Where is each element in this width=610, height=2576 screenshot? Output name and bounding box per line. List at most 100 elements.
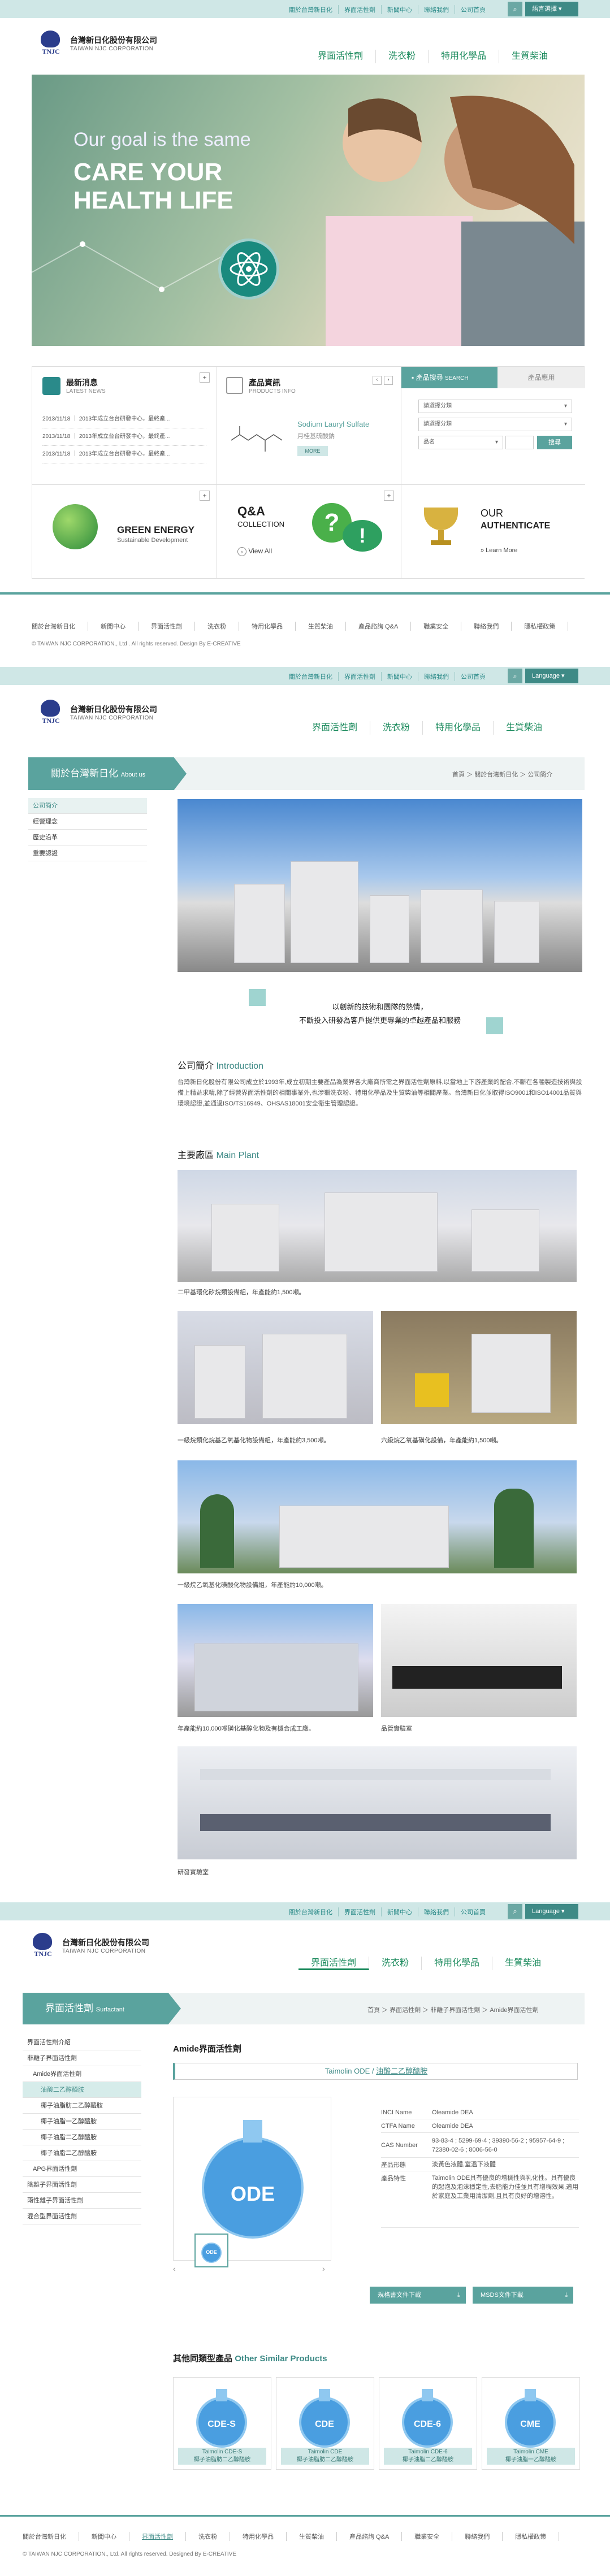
language-selector[interactable]: Language ▾ [525,669,578,683]
footer-link[interactable]: 產品諮詢 Q&A [337,2532,403,2541]
keyword-input[interactable] [505,436,534,449]
top-link-home[interactable]: 公司首頁 [455,1907,491,1916]
top-link-surfactant[interactable]: 界面活性劑 [339,5,382,14]
top-link-news[interactable]: 新聞中心 [382,1907,418,1916]
footer-link[interactable]: 隱私權政策 [512,622,569,631]
tab-product-application[interactable]: 產品應用 [497,367,585,388]
company-logo[interactable]: TNJC 台灣新日化股份有限公司 TAIWAN NJC CORPORATION [36,31,157,55]
footer-link[interactable]: 職業安全 [411,622,462,631]
qa-more-button[interactable]: + [384,491,394,501]
sidebar-item[interactable]: 椰子油脂一乙醇醯胺 [23,2114,141,2130]
company-logo[interactable]: TNJC 台灣新日化股份有限公司 TAIWAN NJC CORPORATION [36,700,157,725]
prev-arrow-icon[interactable]: ‹ [373,376,382,385]
nav-surfactant[interactable]: 界面活性劑 [305,50,377,63]
footer-link[interactable]: 關於台灣新日化 [23,2532,79,2541]
footer-link[interactable]: 特用化學品 [239,622,296,631]
sidebar-item[interactable]: 椰子油脂二乙醇醯胺 [23,2130,141,2145]
green-more-button[interactable]: + [200,491,210,501]
msds-download-button[interactable]: MSDS文件下載 ⤓ [473,2287,573,2304]
sidebar-item-profile[interactable]: 公司簡介 [28,798,147,814]
footer-link[interactable]: 生質柴油 [296,622,346,631]
search-button[interactable]: 搜尋 [537,436,572,449]
category-select-1[interactable]: 請選擇分類 ▾ [418,400,572,413]
similar-product-card[interactable]: CDE-S Taimolin CDE-S 椰子油脂肪二乙醇醯胺 [173,2377,271,2470]
product-name-select[interactable]: 品名 ▾ [418,436,503,449]
sidebar-item[interactable]: APG界面活性劑 [23,2161,141,2177]
footer-link[interactable]: 聯絡我們 [452,2532,503,2541]
language-selector[interactable]: 語言選擇 ▾ [525,2,578,16]
footer-link[interactable]: 洗衣粉 [195,622,239,631]
top-link-home[interactable]: 公司首頁 [455,5,491,14]
nav-specialty-chemicals[interactable]: 特用化學品 [429,50,500,63]
top-link-news[interactable]: 新聞中心 [382,5,418,14]
sidebar-item[interactable]: 界面活性劑介紹 [23,2035,141,2050]
footer-link[interactable]: 新聞中心 [88,622,139,631]
search-icon[interactable]: ⌕ [508,669,522,683]
nav-biodiesel[interactable]: 生質柴油 [492,1957,553,1970]
top-link-surfactant[interactable]: 界面活性劑 [339,1907,382,1916]
footer-link[interactable]: 新聞中心 [79,2532,129,2541]
footer-link[interactable]: 聯絡我們 [461,622,512,631]
top-link-about[interactable]: 關於台灣新日化 [283,1907,339,1916]
product-thumbnail[interactable]: ODE [194,2234,228,2267]
similar-product-card[interactable]: CDE Taimolin CDE 椰子油脂肪二乙醇醯胺 [276,2377,374,2470]
nav-surfactant[interactable]: 界面活性劑 [298,1957,370,1970]
news-item[interactable]: 2013/11/18 ｜ 2013年成立台台研發中心，最終產... [42,411,206,428]
nav-detergent[interactable]: 洗衣粉 [370,721,423,735]
similar-product-card[interactable]: CDE-6 Taimolin CDE-6 椰子油脂二乙醇醯胺 [379,2377,477,2470]
sidebar-item-certification[interactable]: 重要認證 [28,845,147,861]
footer-link[interactable]: 界面活性劑 [139,622,195,631]
footer-link[interactable]: 生質柴油 [287,2532,337,2541]
sidebar-item[interactable]: 非離子界面活性劑 [23,2050,141,2066]
next-arrow-icon[interactable]: › [384,376,393,385]
nav-detergent[interactable]: 洗衣粉 [369,1957,422,1970]
news-item[interactable]: 2013/11/18 ｜ 2013年成立台台研發中心，最終產... [42,446,206,463]
thumb-prev-arrow[interactable]: ‹ [173,2264,176,2273]
sidebar-item[interactable]: 椰子油脂肪二乙醇醯胺 [23,2098,141,2114]
search-icon[interactable]: ⌕ [508,2,522,16]
thumb-next-arrow[interactable]: › [322,2264,325,2273]
nav-biodiesel[interactable]: 生質柴油 [494,721,555,735]
sidebar-item[interactable]: 混合型界面活性劑 [23,2209,141,2224]
nav-biodiesel[interactable]: 生質柴油 [499,50,560,63]
language-selector[interactable]: Language ▾ [525,1904,578,1919]
top-link-news[interactable]: 新聞中心 [382,672,418,681]
green-energy-card[interactable]: GREEN ENERGY Sustainable Development + [32,484,217,578]
top-link-contact[interactable]: 聯絡我們 [418,5,455,14]
top-link-about[interactable]: 關於台灣新日化 [283,672,339,681]
company-logo[interactable]: TNJC 台灣新日化股份有限公司 TAIWAN NJC CORPORATION [28,1933,149,1958]
news-more-button[interactable]: + [200,372,210,383]
nav-specialty-chemicals[interactable]: 特用化學品 [422,1957,493,1970]
qa-view-all[interactable]: › View All [237,547,272,556]
footer-link[interactable]: 職業安全 [402,2532,453,2541]
sidebar-item[interactable]: 兩性離子界面活性劑 [23,2193,141,2209]
footer-link[interactable]: 特用化學品 [230,2532,287,2541]
tab-product-search[interactable]: ▪ 產品搜尋 SEARCH [401,367,497,388]
top-link-about[interactable]: 關於台灣新日化 [283,5,339,14]
nav-surfactant[interactable]: 界面活性劑 [300,721,371,735]
nav-specialty-chemicals[interactable]: 特用化學品 [423,721,494,735]
category-select-2[interactable]: 請選擇分類 ▾ [418,418,572,431]
auth-learn-more[interactable]: » Learn More [481,547,517,554]
search-icon[interactable]: ⌕ [508,1904,522,1919]
spec-download-button[interactable]: 規格書文件下載 ⤓ [370,2287,466,2304]
product-more-button[interactable]: MORE [297,446,328,456]
authenticate-card[interactable]: OUR AUTHENTICATE » Learn More [401,484,585,578]
sidebar-item[interactable]: 椰子油脂二乙醇醯胺 [23,2145,141,2161]
sidebar-item[interactable]: Amide界面活性劑 [23,2066,141,2082]
footer-link[interactable]: 隱私權政策 [503,2532,560,2541]
sidebar-item-philosophy[interactable]: 經營理念 [28,814,147,830]
top-link-home[interactable]: 公司首頁 [455,672,491,681]
sidebar-item-history[interactable]: 歷史沿革 [28,830,147,845]
similar-product-card[interactable]: CME Taimolin CME 椰子油脂一乙醇醯胺 [482,2377,580,2470]
news-item[interactable]: 2013/11/18 ｜ 2013年成立台台研發中心，最終產... [42,428,206,446]
nav-detergent[interactable]: 洗衣粉 [376,50,429,63]
qa-card[interactable]: Q&A COLLECTION › View All ? ! + [217,484,401,578]
footer-link[interactable]: 關於台灣新日化 [32,622,88,631]
top-link-contact[interactable]: 聯絡我們 [418,672,455,681]
top-link-surfactant[interactable]: 界面活性劑 [339,672,382,681]
sidebar-item[interactable]: 陰離子界面活性劑 [23,2177,141,2193]
footer-link[interactable]: 產品諮詢 Q&A [346,622,412,631]
footer-link[interactable]: 界面活性劑 [129,2532,186,2541]
top-link-contact[interactable]: 聯絡我們 [418,1907,455,1916]
